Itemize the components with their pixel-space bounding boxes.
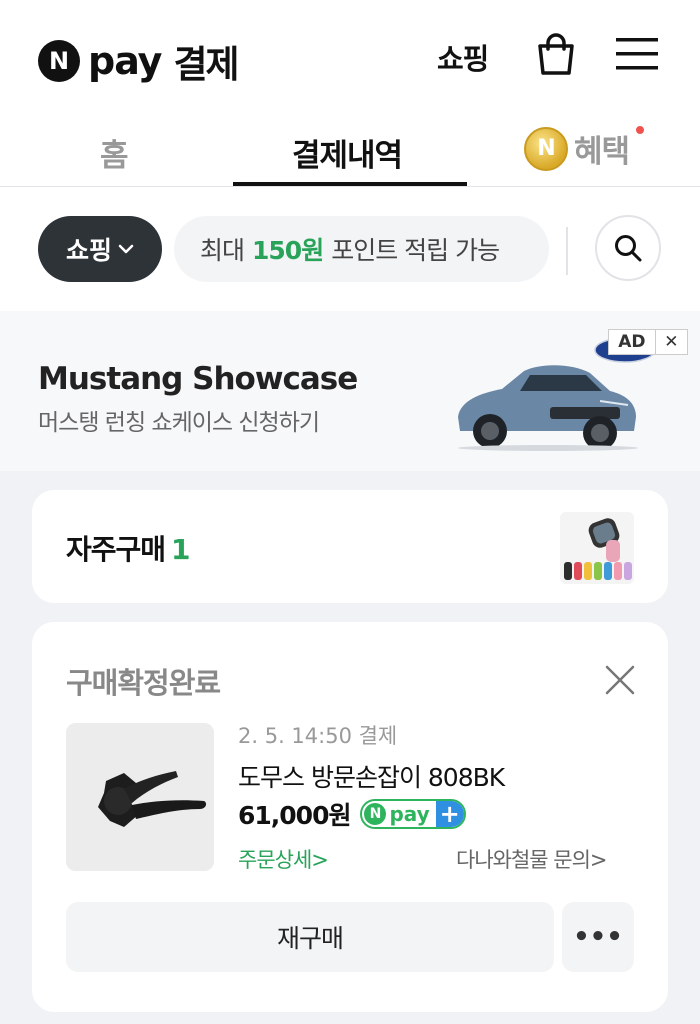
smart-band-thumbnail [560, 512, 634, 584]
order-card: 구매확정완료 2. 5. 14:50 결제 도무스 방문손잡이 808BK 61… [32, 622, 668, 1012]
plus-icon: + [435, 801, 464, 827]
coin-icon: N [524, 126, 568, 171]
promo-suffix: 포인트 적립 가능 [331, 236, 500, 265]
ad-badge: AD ✕ [608, 329, 688, 355]
tab-home[interactable]: 홈 [100, 130, 129, 175]
rebuy-button[interactable]: 재구매 [66, 902, 554, 972]
frequent-count: 1 [171, 533, 191, 566]
order-date: 2. 5. 14:50 결제 [238, 724, 398, 748]
frequent-label: 자주구매 [66, 533, 166, 566]
category-dropdown[interactable]: 쇼핑 [38, 216, 162, 282]
logo-title: 결제 [173, 43, 239, 86]
search-icon [615, 235, 642, 262]
notification-dot [636, 126, 644, 134]
logo-pay-text: pay [88, 39, 162, 83]
tab-benefits[interactable]: N 혜택 [524, 126, 630, 171]
frequent-purchase-title: 자주구매 1 [66, 528, 191, 568]
active-tab-indicator [233, 182, 467, 186]
search-button[interactable] [595, 215, 661, 281]
product-image[interactable] [66, 723, 214, 871]
npay-text: pay [389, 802, 430, 826]
npay-logo[interactable]: N pay 결제 [38, 34, 240, 88]
promo-amount: 150원 [252, 236, 324, 265]
npay-plus-badge: N pay + [360, 799, 466, 829]
shopping-bag-icon[interactable] [535, 32, 577, 76]
product-price: 61,000원 [238, 801, 351, 830]
order-detail-link[interactable]: 주문상세> [238, 844, 329, 874]
ad-title: Mustang Showcase [38, 361, 358, 397]
npay-n-icon: N [38, 40, 80, 82]
filter-bar: 쇼핑 최대 150원 포인트 적립 가능 [0, 187, 700, 311]
hamburger-menu-icon[interactable] [616, 36, 658, 72]
tab-benefits-label: 혜택 [574, 134, 630, 170]
order-status: 구매확정완료 [66, 666, 221, 700]
ad-subtitle: 머스탱 런칭 쇼케이스 신청하기 [38, 410, 320, 436]
npay-n-icon: N [364, 803, 387, 825]
main-tabs: 홈 결제내역 N 혜택 [0, 110, 700, 187]
seller-inquiry-link[interactable]: 다나와철물 문의> [456, 844, 608, 874]
category-label: 쇼핑 [65, 236, 112, 265]
app-header: N pay 결제 쇼핑 [0, 0, 700, 110]
more-options-button[interactable]: ••• [562, 902, 634, 972]
ad-close-icon[interactable]: ✕ [656, 330, 687, 354]
ad-banner[interactable]: Mustang Showcase 머스탱 런칭 쇼케이스 신청하기 Ford A… [0, 311, 700, 471]
chevron-down-icon [118, 244, 134, 254]
shopping-link[interactable]: 쇼핑 [437, 36, 489, 78]
tab-payments[interactable]: 결제내역 [292, 130, 403, 175]
promo-prefix: 최대 [200, 236, 245, 265]
car-image [458, 365, 638, 451]
frequent-purchase-card[interactable]: 자주구매 1 [32, 490, 668, 603]
product-name[interactable]: 도무스 방문손잡이 808BK [238, 758, 505, 794]
close-icon[interactable] [604, 664, 636, 696]
price-row: 61,000원 N pay + [238, 796, 466, 832]
ad-label: AD [609, 330, 656, 354]
points-promo-pill[interactable]: 최대 150원 포인트 적립 가능 [174, 216, 549, 282]
divider [566, 227, 568, 275]
